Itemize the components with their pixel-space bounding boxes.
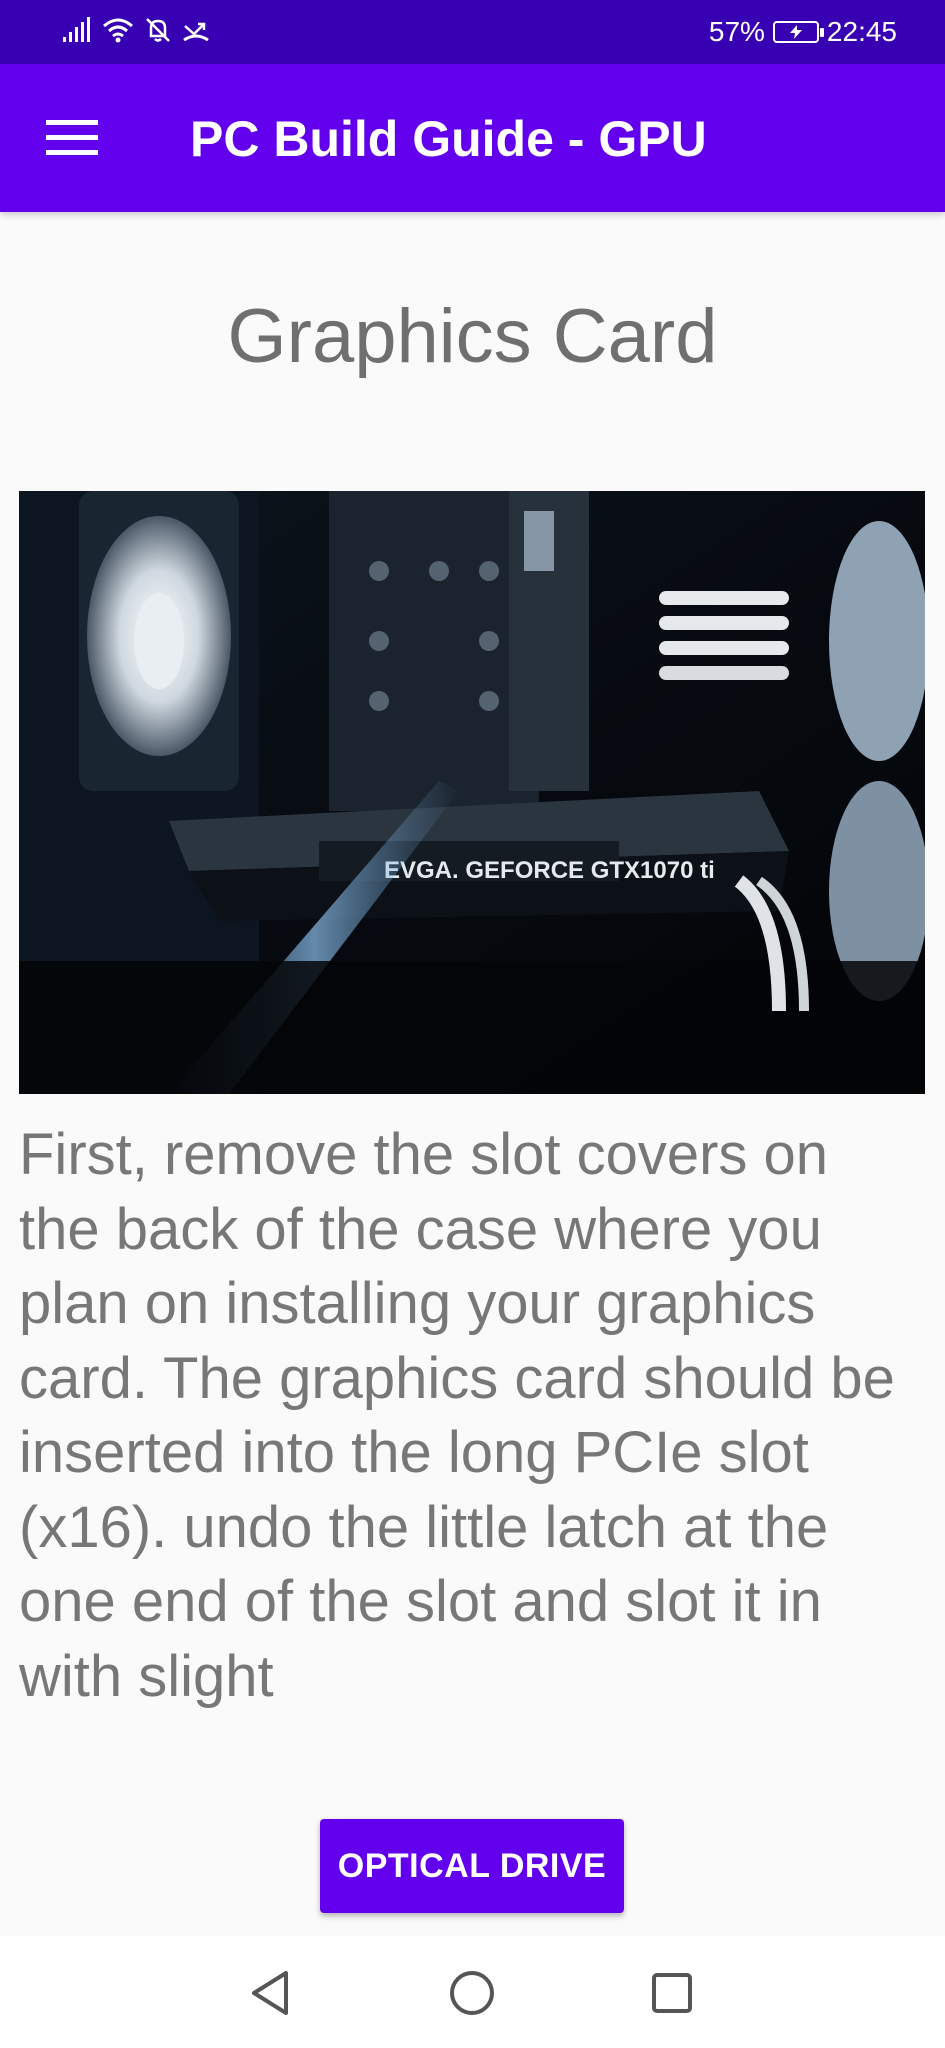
signal-icon — [62, 17, 92, 48]
clock: 22:45 — [826, 16, 897, 47]
home-circle-icon — [450, 1971, 494, 2015]
back-button[interactable] — [235, 1958, 305, 2028]
battery-charging-icon — [772, 21, 824, 43]
home-button[interactable] — [437, 1958, 507, 2028]
app-bar: PC Build Guide - GPU — [0, 64, 945, 212]
system-nav-bar — [0, 1936, 945, 2048]
optical-drive-button[interactable]: OPTICAL DRIVE — [320, 1819, 624, 1913]
status-icons-right: 57% 22:45 — [709, 14, 897, 50]
notifications-off-icon — [144, 16, 172, 49]
recents-square-icon — [652, 1973, 692, 2013]
status-bar: 57% 22:45 — [0, 0, 945, 64]
page-heading: Graphics Card — [227, 294, 718, 379]
battery-percent: 57% — [708, 16, 765, 47]
missed-call-icon — [182, 16, 210, 49]
hamburger-menu-button[interactable] — [36, 110, 108, 166]
gpu-brand-label: EVGA. GEFORCE GTX1070 ti — [384, 857, 715, 884]
wifi-icon — [102, 16, 134, 49]
hamburger-menu-icon — [46, 120, 98, 155]
recents-button[interactable] — [637, 1958, 707, 2028]
app-title: PC Build Guide - GPU — [190, 111, 707, 167]
instruction-paragraph: First, remove the slot covers on the bac… — [19, 1122, 895, 1708]
graphics-card-photo: EVGA. GEFORCE GTX1070 ti — [19, 491, 925, 1094]
back-triangle-icon — [252, 1971, 288, 2015]
status-icons-left — [62, 16, 210, 49]
